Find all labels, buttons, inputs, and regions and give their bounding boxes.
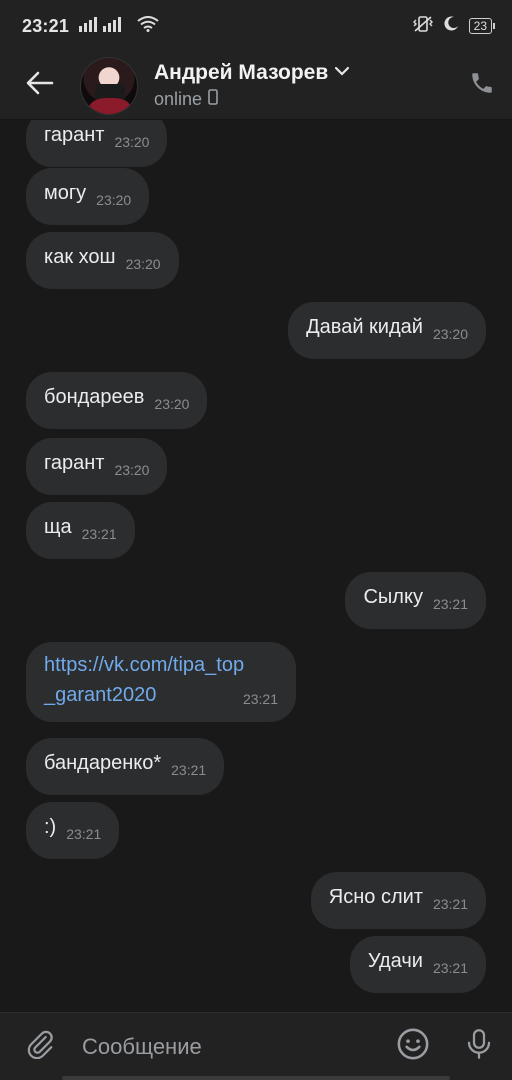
message-text: гарант xyxy=(44,452,105,474)
battery-icon: 23 xyxy=(468,18,496,34)
message-list[interactable]: гарант 23:20 могу 23:20 как хош 23:20 Давай… xyxy=(0,120,512,1010)
message-bubble[interactable]: бондареев 23:20 xyxy=(26,372,208,429)
message-bubble[interactable]: могу 23:20 xyxy=(26,168,150,225)
message-time: 23:21 xyxy=(81,526,117,542)
message-time: 23:20 xyxy=(125,256,161,272)
wifi-icon xyxy=(137,15,159,37)
message-time: 23:21 xyxy=(432,960,468,976)
message-time: 23:20 xyxy=(154,396,190,412)
status-bar: 23:21 23 xyxy=(0,0,512,52)
message-time: 23:21 xyxy=(432,896,468,912)
message-text: Ясно слит xyxy=(328,886,423,908)
message-text: как хош xyxy=(44,246,116,268)
message-bubble[interactable]: гарант 23:20 xyxy=(26,120,168,167)
message-bubble-outgoing[interactable]: Ясно слит 23:21 xyxy=(310,872,486,929)
message-text: Давай кидай xyxy=(306,316,423,338)
mobile-phone-icon xyxy=(208,89,218,110)
back-button[interactable] xyxy=(0,52,80,120)
message-text: могу xyxy=(44,182,87,204)
message-bubble-outgoing[interactable]: Давай кидай 23:20 xyxy=(288,302,486,359)
message-text: бондареев xyxy=(44,386,145,408)
message-time: 23:20 xyxy=(96,192,132,208)
vibrate-icon xyxy=(412,15,433,38)
arrow-left-icon xyxy=(26,71,54,100)
message-time: 23:20 xyxy=(114,462,150,478)
message-bubble[interactable]: гарант 23:20 xyxy=(26,438,168,495)
paperclip-icon xyxy=(25,1029,55,1064)
message-text: ща xyxy=(44,516,72,538)
message-text: :) xyxy=(44,816,57,838)
message-text: Удачи xyxy=(367,950,423,972)
smiley-icon xyxy=(396,1027,430,1066)
contact-name: Андрей Мазорев xyxy=(154,61,329,84)
voice-message-button[interactable] xyxy=(446,1013,512,1080)
message-bubble-outgoing[interactable]: Удачи 23:21 xyxy=(349,936,486,993)
message-composer xyxy=(0,1012,512,1080)
message-text: бандаренко* xyxy=(44,752,162,774)
attach-button[interactable] xyxy=(0,1013,80,1080)
message-bubble[interactable]: как хош 23:20 xyxy=(26,232,179,289)
message-link[interactable]: https://vk.com/tipa_top xyxy=(44,650,278,680)
message-text: гарант xyxy=(44,124,105,146)
emoji-button[interactable] xyxy=(380,1013,446,1080)
avatar[interactable] xyxy=(80,56,138,115)
message-bubble[interactable]: ща 23:21 xyxy=(26,502,135,559)
message-bubble[interactable]: :) 23:21 xyxy=(26,802,120,859)
chat-header: Андрей Мазорев online xyxy=(0,52,512,120)
message-text: Сылку xyxy=(363,586,423,608)
message-bubble-link[interactable]: https://vk.com/tipa_top _garant2020 23:2… xyxy=(26,642,296,722)
message-time: 23:21 xyxy=(432,596,468,612)
status-time: 23:21 xyxy=(22,15,70,36)
microphone-icon xyxy=(464,1027,494,1066)
message-time: 23:21 xyxy=(66,826,102,842)
navigation-gesture-bar xyxy=(62,1076,450,1080)
chevron-down-icon xyxy=(334,64,350,82)
message-time: 23:21 xyxy=(171,762,207,778)
chat-title[interactable]: Андрей Мазорев online xyxy=(154,61,452,110)
moon-icon xyxy=(443,16,459,37)
message-time: 23:20 xyxy=(114,134,150,150)
message-input[interactable] xyxy=(80,1021,380,1072)
call-button[interactable] xyxy=(452,52,512,120)
message-time: 23:20 xyxy=(432,326,468,342)
message-bubble-outgoing[interactable]: Сылку 23:21 xyxy=(345,572,486,629)
contact-status: online xyxy=(154,89,203,109)
message-bubble[interactable]: бандаренко* 23:21 xyxy=(26,738,225,795)
signal-icon xyxy=(79,16,127,37)
phone-icon xyxy=(469,70,495,101)
message-time: 23:21 xyxy=(242,691,278,707)
